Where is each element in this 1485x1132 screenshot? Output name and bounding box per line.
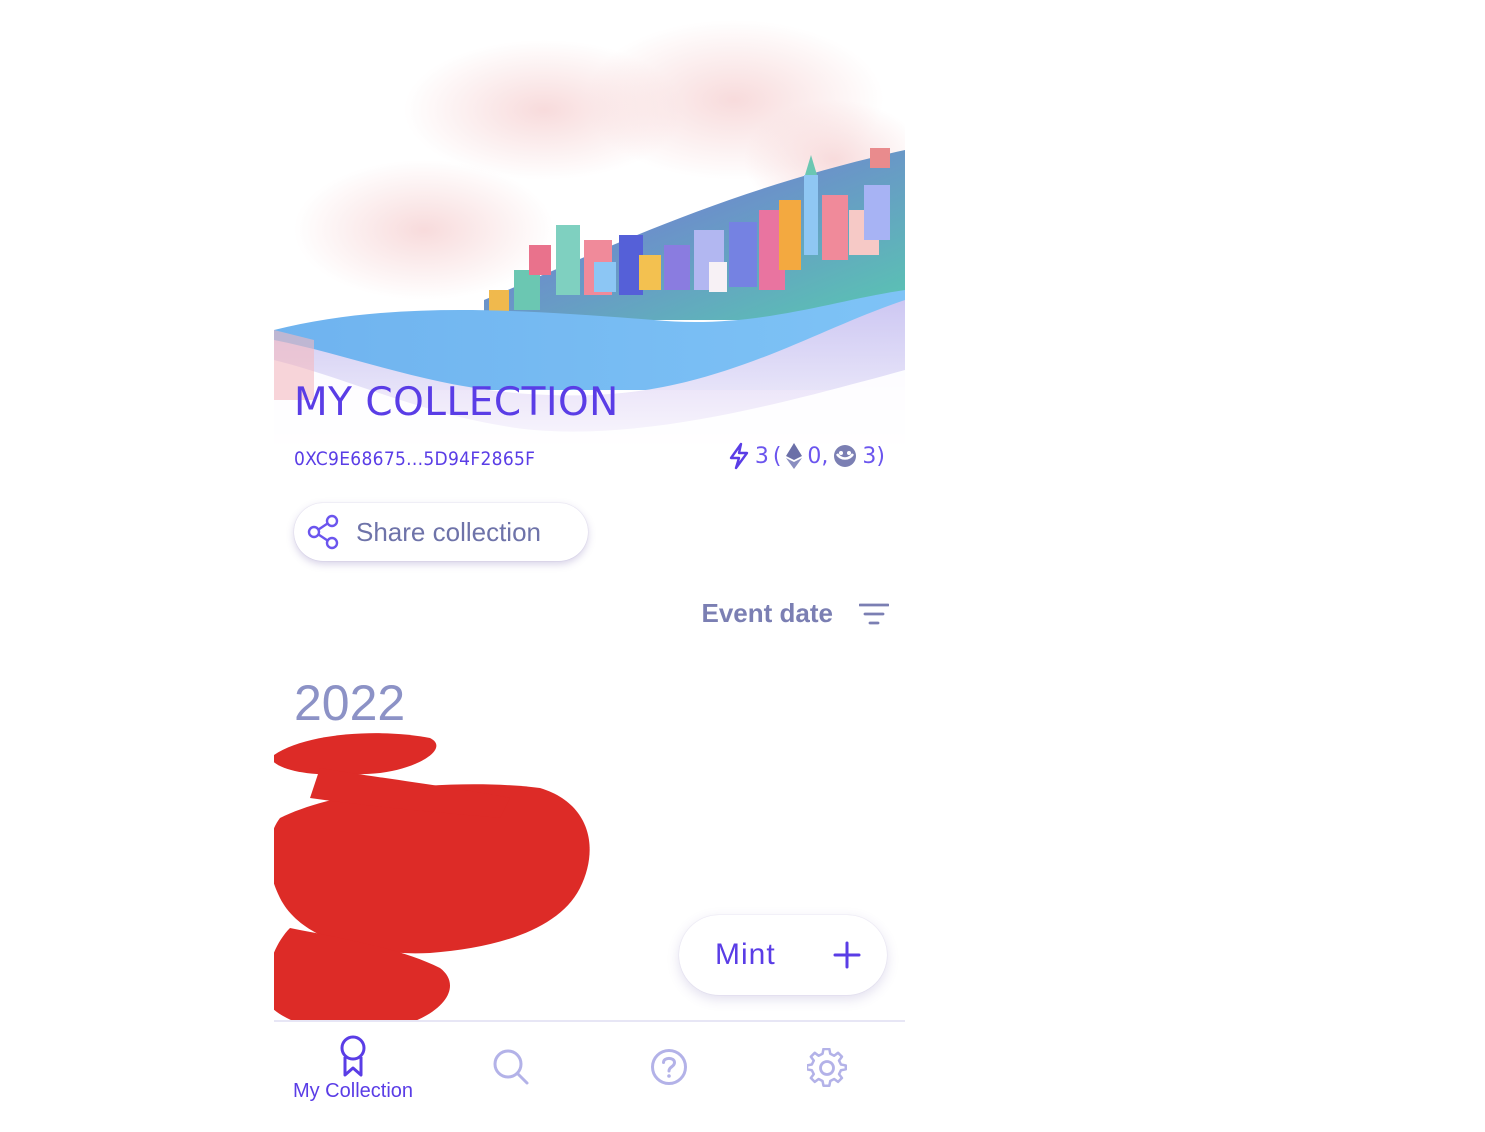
search-icon: [493, 1049, 529, 1085]
help-circle-icon: [651, 1049, 687, 1085]
sort-by-event-date[interactable]: Event date: [701, 598, 889, 629]
gnosis-count: 3): [862, 443, 885, 469]
total-count: 3: [754, 443, 769, 469]
sort-label: Event date: [701, 598, 834, 628]
filter-lines-icon: [859, 603, 889, 624]
redacted-content: [274, 733, 590, 1032]
lightning-bolt-icon: [729, 442, 749, 470]
tab-search[interactable]: [432, 1022, 590, 1132]
year-heading: 2022: [294, 675, 406, 731]
tab-my-collection[interactable]: My Collection: [274, 1022, 432, 1132]
badge-ribbon-icon: [340, 1035, 366, 1077]
gear-icon: [807, 1048, 847, 1088]
wallet-address: 0XC9E68675...5D94F2865F: [294, 448, 536, 470]
share-collection-label: Share collection: [356, 516, 541, 547]
page-title: MY COLLECTION: [294, 380, 619, 425]
share-icon: [307, 514, 339, 550]
open-paren: (: [772, 443, 782, 469]
mint-label: Mint: [715, 938, 776, 971]
mint-button[interactable]: Mint: [679, 915, 887, 995]
plus-icon: [833, 941, 861, 969]
gnosis-icon: [834, 445, 857, 467]
ethereum-icon: [786, 443, 803, 469]
token-stats: 3 ( 0, 3): [727, 440, 885, 472]
share-collection-button[interactable]: Share collection: [294, 503, 588, 561]
app-screen: MY COLLECTION 0XC9E68675...5D94F2865F 3 …: [274, 0, 905, 1132]
eth-count: 0,: [807, 443, 829, 469]
bottom-tab-bar: My Collection: [274, 1020, 905, 1132]
tab-my-collection-label: My Collection: [292, 1080, 414, 1102]
tab-help[interactable]: [590, 1022, 748, 1132]
tab-settings[interactable]: [748, 1022, 905, 1132]
